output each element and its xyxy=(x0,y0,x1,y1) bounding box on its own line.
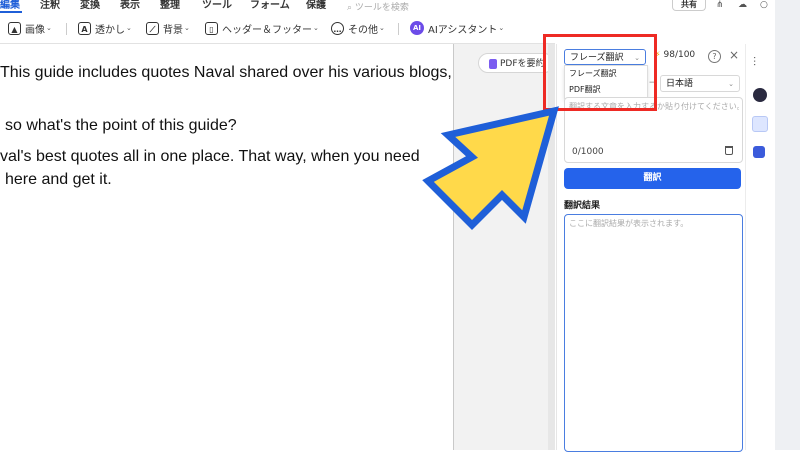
search-icon: ⌕ xyxy=(347,3,353,13)
document-page[interactable]: This guide includes quotes Naval shared … xyxy=(0,44,454,450)
ai-bot-icon[interactable] xyxy=(753,88,767,102)
header-footer-icon: ▯ xyxy=(205,21,218,35)
chevron-down-icon: ⌄ xyxy=(126,24,132,32)
header-footer-tool-label: ヘッダー＆フッター xyxy=(222,24,312,36)
edit-toolbar: ▲ 画像 ⌄ A 透かし ⌄ ⟋ 背景 ⌄ ▯ ヘッダー＆フッター ⌄ … その他 ⌄ A… xyxy=(0,13,555,44)
chevron-down-icon: ⌄ xyxy=(184,24,190,32)
credits-value: 98/100 xyxy=(663,50,696,60)
summarize-pdf-label: PDFを要約 xyxy=(500,59,545,69)
tool-search[interactable]: ⌕ ツールを検索 xyxy=(347,0,409,13)
sliders-icon[interactable]: ⫶ xyxy=(753,55,756,70)
menu-edit[interactable]: 編集 xyxy=(0,0,20,11)
help-icon[interactable]: ? xyxy=(708,50,721,63)
target-language-value: 日本語 xyxy=(666,79,694,89)
target-language-select[interactable]: 日本語 ⌄ xyxy=(660,75,740,92)
toolbar-divider xyxy=(398,23,399,35)
background-icon: ⟋ xyxy=(146,21,159,35)
ai-assistant-tool[interactable]: AI AIアシスタント ⌄ xyxy=(410,20,504,36)
trash-icon[interactable] xyxy=(725,146,733,155)
menu-convert[interactable]: 変換 xyxy=(80,0,100,11)
pointer-arrow-annotation xyxy=(422,106,559,230)
side-rail xyxy=(745,44,776,450)
checklist-icon[interactable] xyxy=(753,146,765,158)
background-tool[interactable]: ⟋ 背景 ⌄ xyxy=(146,20,190,36)
menu-bar: 編集 注釈 変換 表示 整理 ツール フォーム 保護 ⌕ ツールを検索 共有 ⋔… xyxy=(0,0,800,13)
menu-organize[interactable]: 整理 xyxy=(160,0,180,11)
tool-search-placeholder: ツールを検索 xyxy=(354,3,409,13)
chevron-down-icon: ⌄ xyxy=(379,24,385,32)
image-icon: ▲ xyxy=(8,21,21,35)
more-icon[interactable]: ○ xyxy=(760,0,768,10)
watermark-tool[interactable]: A 透かし ⌄ xyxy=(78,20,132,36)
menu-protect[interactable]: 保護 xyxy=(306,0,326,11)
chevron-down-icon: ⌄ xyxy=(313,24,319,32)
image-tool[interactable]: ▲ 画像 ⌄ xyxy=(8,20,52,36)
chevron-down-icon: ⌄ xyxy=(498,24,505,32)
document-text-line: so what's the point of this guide? xyxy=(5,117,237,134)
menu-forms[interactable]: フォーム xyxy=(250,0,290,11)
share-button[interactable]: 共有 xyxy=(672,0,706,11)
translation-result-placeholder: ここに翻訳結果が表示されます。 xyxy=(569,219,689,228)
document-text-line: This guide includes quotes Naval shared … xyxy=(0,64,452,81)
menu-tools[interactable]: ツール xyxy=(202,0,232,11)
toolbar-divider xyxy=(66,23,67,35)
translate-button[interactable]: 翻訳 xyxy=(564,168,741,189)
document-text-line: here and get it. xyxy=(5,171,112,188)
watermark-tool-label: 透かし xyxy=(95,24,125,36)
watermark-icon: A xyxy=(78,21,91,35)
menu-view[interactable]: 表示 xyxy=(120,0,140,11)
document-icon xyxy=(489,58,497,69)
other-tools-label: その他 xyxy=(348,24,378,36)
background-tool-label: 背景 xyxy=(163,24,183,36)
document-text-line: val's best quotes all in one place. That… xyxy=(0,148,420,165)
header-footer-tool[interactable]: ▯ ヘッダー＆フッター ⌄ xyxy=(205,20,319,36)
character-count: 0/1000 xyxy=(572,147,604,157)
chevron-down-icon: ⌄ xyxy=(46,24,52,32)
window-edge xyxy=(775,0,800,450)
more-dots-icon: … xyxy=(331,21,344,35)
translate-icon[interactable] xyxy=(752,116,768,132)
ai-assistant-label: AIアシスタント xyxy=(428,24,498,36)
credits-counter: ⚡ 98/100 xyxy=(655,50,695,60)
close-icon[interactable]: × xyxy=(729,48,739,62)
arrow-shape xyxy=(422,106,559,230)
menu-annotate[interactable]: 注釈 xyxy=(40,0,60,11)
cloud-upload-icon[interactable]: ☁ xyxy=(738,0,747,10)
translation-result-box[interactable] xyxy=(564,214,743,452)
other-tools[interactable]: … その他 ⌄ xyxy=(331,20,385,36)
image-tool-label: 画像 xyxy=(25,24,45,36)
network-icon[interactable]: ⋔ xyxy=(716,0,724,10)
ai-assistant-icon: AI xyxy=(410,21,424,35)
chevron-down-icon: ⌄ xyxy=(728,80,734,88)
